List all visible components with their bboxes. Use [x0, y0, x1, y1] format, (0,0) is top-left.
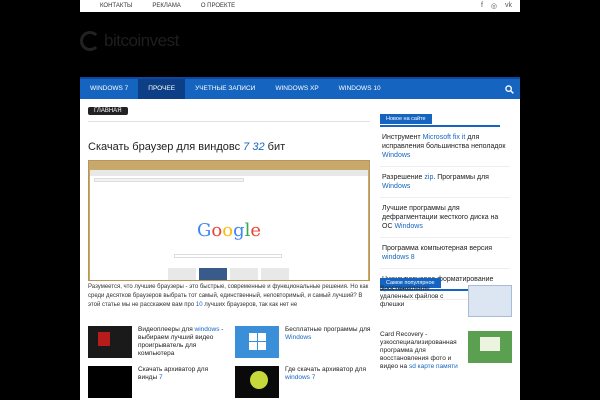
title-text: Скачать браузер для виндовс — [88, 141, 241, 153]
sidebar-new-heading: Новое на сайте — [380, 114, 432, 124]
logo-text: bitcoinvest — [104, 31, 179, 50]
site-logo[interactable]: bitcoinvest — [80, 28, 179, 54]
post-title[interactable]: Видеоплееры для windows - выбираем лучши… — [138, 326, 228, 358]
post-thumbnail[interactable] — [235, 366, 279, 398]
sidebar-new-item[interactable]: Программа компьютерная версия windows 8 — [380, 238, 510, 269]
browser-window-picture: Google — [90, 170, 368, 280]
speed-dial-tiles — [168, 268, 289, 280]
logo-icon — [80, 31, 100, 51]
title-suffix: бит — [267, 141, 286, 153]
post-thumbnail[interactable] — [88, 366, 132, 398]
nav-item-other[interactable]: ПРОЧЕЕ — [138, 79, 186, 99]
nav-item-windows-xp[interactable]: WINDOWS XP — [265, 79, 328, 99]
page-title: Скачать браузер для виндовс 7 32 бит — [88, 141, 285, 153]
related-post-3[interactable]: Скачать архиватор для винды 7 — [88, 366, 228, 398]
article-excerpt: Разумеется, что лучшие браузеры - это бы… — [88, 284, 369, 308]
nav-item-windows-10[interactable]: WINDOWS 10 — [329, 79, 391, 99]
post-title[interactable]: Где скачать архиватор для windows 7 — [285, 366, 375, 398]
title-version: 7 32 — [243, 141, 265, 153]
instagram-icon[interactable]: ◎ — [491, 2, 497, 10]
related-post-2[interactable]: Бесплатные программы для Windows — [235, 326, 375, 358]
topbar-link-ads[interactable]: РЕКЛАМА — [152, 3, 180, 9]
post-thumbnail[interactable] — [235, 326, 279, 358]
topbar-link-contacts[interactable]: КОНТАКТЫ — [100, 3, 132, 9]
post-title[interactable]: Скачать архиватор для винды 7 — [138, 366, 228, 398]
google-search-box-picture — [174, 254, 282, 258]
nav-item-windows-7[interactable]: WINDOWS 7 — [80, 79, 138, 99]
breadcrumb[interactable]: ГЛАВНАЯ — [88, 107, 128, 115]
popular-item-title[interactable]: Card Recovery - узкоспециализированная п… — [380, 331, 464, 371]
vk-icon[interactable]: vk — [505, 2, 512, 10]
nav-item-accounts[interactable]: УЧЕТНЫЕ ЗАПИСИ — [185, 79, 265, 99]
popular-item-title[interactable]: Восстановление удаленных файлов с флешки — [380, 285, 464, 317]
sidebar-new-item[interactable]: Разрешение zip. Программы для Windows — [380, 167, 510, 198]
address-bar-picture — [94, 178, 244, 182]
related-post-1[interactable]: Видеоплееры для windows - выбираем лучши… — [88, 326, 228, 358]
topbar-link-about[interactable]: О ПРОЕКТЕ — [201, 3, 235, 9]
main-content: ГЛАВНАЯ Скачать браузер для виндовс 7 32… — [80, 99, 520, 400]
sidebar-new-item[interactable]: Инструмент Microsoft fix it для исправле… — [380, 127, 510, 167]
social-links: f ◎ vk — [481, 2, 512, 10]
popular-item-thumbnail[interactable] — [468, 331, 512, 363]
main-nav: WINDOWS 7 ПРОЧЕЕ УЧЕТНЫЕ ЗАПИСИ WINDOWS … — [80, 77, 520, 99]
popular-item[interactable]: Card Recovery - узкоспециализированная п… — [380, 331, 516, 371]
sidebar-popular: Самое популярное Восстановление удаленны… — [380, 271, 516, 370]
search-icon — [504, 84, 514, 94]
related-post-4[interactable]: Где скачать архиватор для windows 7 — [235, 366, 375, 398]
google-logo: Google — [196, 220, 262, 241]
facebook-icon[interactable]: f — [481, 2, 483, 10]
post-title[interactable]: Бесплатные программы для Windows — [285, 326, 375, 358]
search-button[interactable] — [498, 79, 520, 99]
sidebar-new-item[interactable]: Лучшие программы для дефрагментации жест… — [380, 198, 510, 238]
post-thumbnail[interactable] — [88, 326, 132, 358]
divider — [88, 121, 370, 122]
popular-item[interactable]: Восстановление удаленных файлов с флешки — [380, 285, 516, 317]
article-image: Google — [88, 160, 370, 281]
popular-item-thumbnail[interactable] — [468, 285, 512, 317]
top-bar: КОНТАКТЫ РЕКЛАМА О ПРОЕКТЕ f ◎ vk — [80, 0, 520, 12]
